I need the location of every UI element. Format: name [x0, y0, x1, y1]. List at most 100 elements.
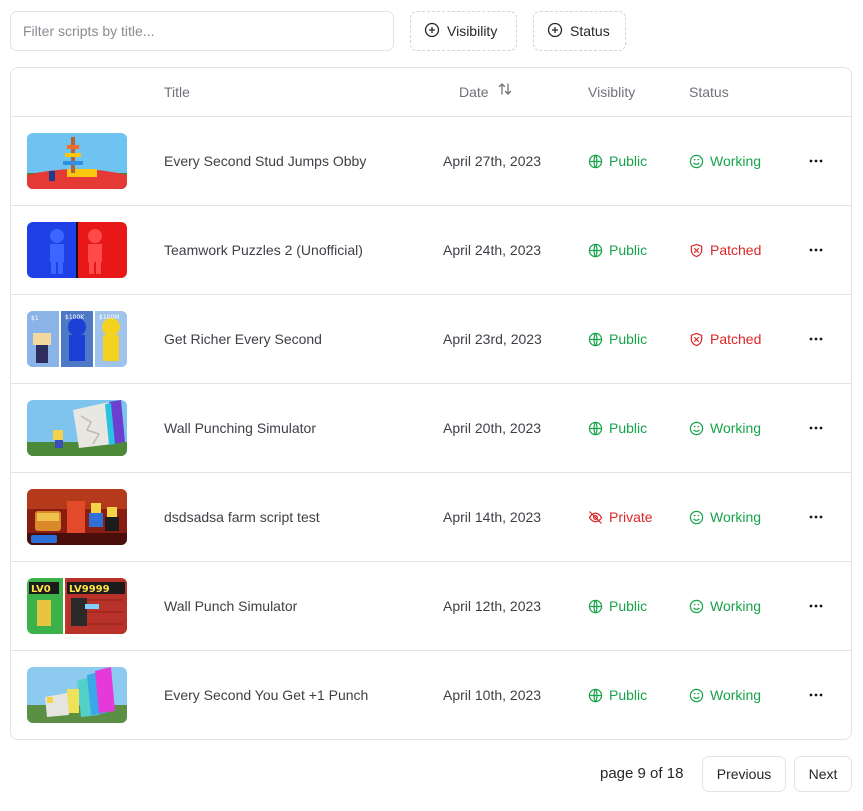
status-label: Working: [710, 153, 762, 169]
row-actions-button[interactable]: [801, 502, 831, 532]
visibility-badge: Public: [588, 384, 647, 473]
globe-icon: [588, 243, 603, 258]
script-title[interactable]: Teamwork Puzzles 2 (Unofficial): [164, 206, 363, 295]
row-actions-button[interactable]: [801, 146, 831, 176]
next-page-button[interactable]: Next: [794, 756, 852, 792]
svg-text:$100M: $100M: [99, 314, 119, 321]
script-title[interactable]: Every Second Stud Jumps Obby: [164, 117, 366, 206]
visibility-label: Public: [609, 420, 648, 436]
sort-arrows-icon[interactable]: [497, 68, 513, 117]
visibility-label: Public: [609, 598, 648, 614]
script-date: April 12th, 2023: [443, 598, 542, 614]
shield-x-icon: [690, 243, 703, 258]
status-filter-label: Status: [570, 23, 610, 39]
globe-icon: [588, 154, 603, 169]
status-label: Patched: [710, 331, 762, 347]
ellipsis-icon: [809, 515, 823, 519]
column-header-date[interactable]: Date: [459, 68, 513, 117]
visibility-filter-button[interactable]: Visibility: [410, 11, 517, 51]
ellipsis-icon: [809, 693, 823, 697]
row-actions-button[interactable]: [801, 680, 831, 710]
ellipsis-icon: [809, 159, 823, 163]
shield-x-icon: [690, 332, 703, 347]
table-row: Wall Punching Simulator April 20th, 2023…: [11, 384, 851, 473]
script-thumbnail: [27, 489, 127, 545]
status-label: Working: [710, 598, 762, 614]
script-date: April 20th, 2023: [443, 420, 542, 436]
status-label: Working: [710, 509, 762, 525]
ellipsis-icon: [809, 248, 823, 252]
status-label: Working: [710, 687, 762, 703]
visibility-badge: Public: [588, 117, 647, 206]
svg-text:$100K: $100K: [65, 314, 85, 321]
visibility-badge: Public: [588, 206, 647, 295]
script-thumbnail: [27, 222, 127, 278]
table-row: $1 $100K $100M Get Richer Every Second Apr…: [11, 295, 851, 384]
visibility-label: Public: [609, 153, 648, 169]
script-date: April 27th, 2023: [443, 153, 542, 169]
script-title[interactable]: Every Second You Get +1 Punch: [164, 651, 368, 739]
visibility-label: Public: [609, 687, 648, 703]
smile-icon: [689, 688, 704, 703]
row-actions-button[interactable]: [801, 591, 831, 621]
script-title[interactable]: Wall Punch Simulator: [164, 562, 297, 651]
table-header: Title Date Visiblity Status: [11, 68, 851, 117]
smile-icon: [689, 510, 704, 525]
column-header-visibility: Visiblity: [588, 84, 636, 100]
svg-text:LV0: LV0: [31, 584, 51, 595]
status-badge: Working: [689, 651, 762, 739]
scripts-table: Title Date Visiblity Status Every Second…: [10, 67, 852, 740]
script-thumbnail: [27, 133, 127, 189]
svg-text:$1: $1: [31, 315, 39, 322]
ellipsis-icon: [809, 604, 823, 608]
column-header-title: Title: [164, 84, 190, 100]
script-title[interactable]: Wall Punching Simulator: [164, 384, 316, 473]
script-title[interactable]: Get Richer Every Second: [164, 295, 322, 384]
script-title[interactable]: dsdsadsa farm script test: [164, 473, 320, 562]
script-date: April 10th, 2023: [443, 687, 542, 703]
status-badge: Patched: [689, 295, 761, 384]
status-filter-button[interactable]: Status: [533, 11, 626, 51]
status-label: Working: [710, 420, 762, 436]
globe-icon: [588, 332, 603, 347]
globe-icon: [588, 421, 603, 436]
row-actions-button[interactable]: [801, 324, 831, 354]
script-thumbnail: $1 $100K $100M: [27, 311, 127, 367]
status-badge: Working: [689, 117, 761, 206]
visibility-badge: Public: [588, 295, 647, 384]
ellipsis-icon: [809, 426, 823, 430]
ellipsis-icon: [809, 337, 823, 341]
globe-icon: [588, 688, 603, 703]
script-date: April 24th, 2023: [443, 242, 542, 258]
svg-text:LV9999: LV9999: [69, 584, 110, 595]
smile-icon: [689, 154, 704, 169]
column-header-status: Status: [689, 84, 729, 100]
status-badge: Patched: [689, 206, 761, 295]
script-thumbnail: LV0 LV9999: [27, 578, 127, 634]
visibility-label: Public: [609, 242, 648, 258]
row-actions-button[interactable]: [801, 413, 831, 443]
column-header-date-label: Date: [459, 84, 489, 100]
script-thumbnail: [27, 400, 127, 456]
previous-page-button[interactable]: Previous: [702, 756, 786, 792]
status-badge: Working: [689, 562, 761, 651]
filter-toolbar: Visibility Status: [10, 11, 852, 51]
globe-icon: [588, 599, 603, 614]
visibility-badge: Public: [588, 651, 648, 739]
smile-icon: [689, 421, 704, 436]
table-row: dsdsadsa farm script test April 14th, 20…: [11, 473, 851, 562]
table-row: Every Second Stud Jumps Obby April 27th,…: [11, 117, 851, 206]
status-badge: Working: [689, 473, 761, 562]
table-row: Teamwork Puzzles 2 (Unofficial) April 24…: [11, 206, 851, 295]
status-badge: Working: [689, 384, 761, 473]
row-actions-button[interactable]: [801, 235, 831, 265]
visibility-filter-label: Visibility: [447, 23, 498, 39]
plus-circle-icon: [547, 22, 563, 41]
script-date: April 14th, 2023: [443, 509, 542, 525]
visibility-label: Private: [609, 509, 653, 525]
table-row: LV0 LV9999 Wall Punch Simulator April 12t…: [11, 562, 851, 651]
table-row: Every Second You Get +1 Punch April 10th…: [11, 651, 851, 739]
smile-icon: [689, 599, 704, 614]
search-input[interactable]: [10, 11, 394, 51]
visibility-badge: Public: [588, 562, 647, 651]
